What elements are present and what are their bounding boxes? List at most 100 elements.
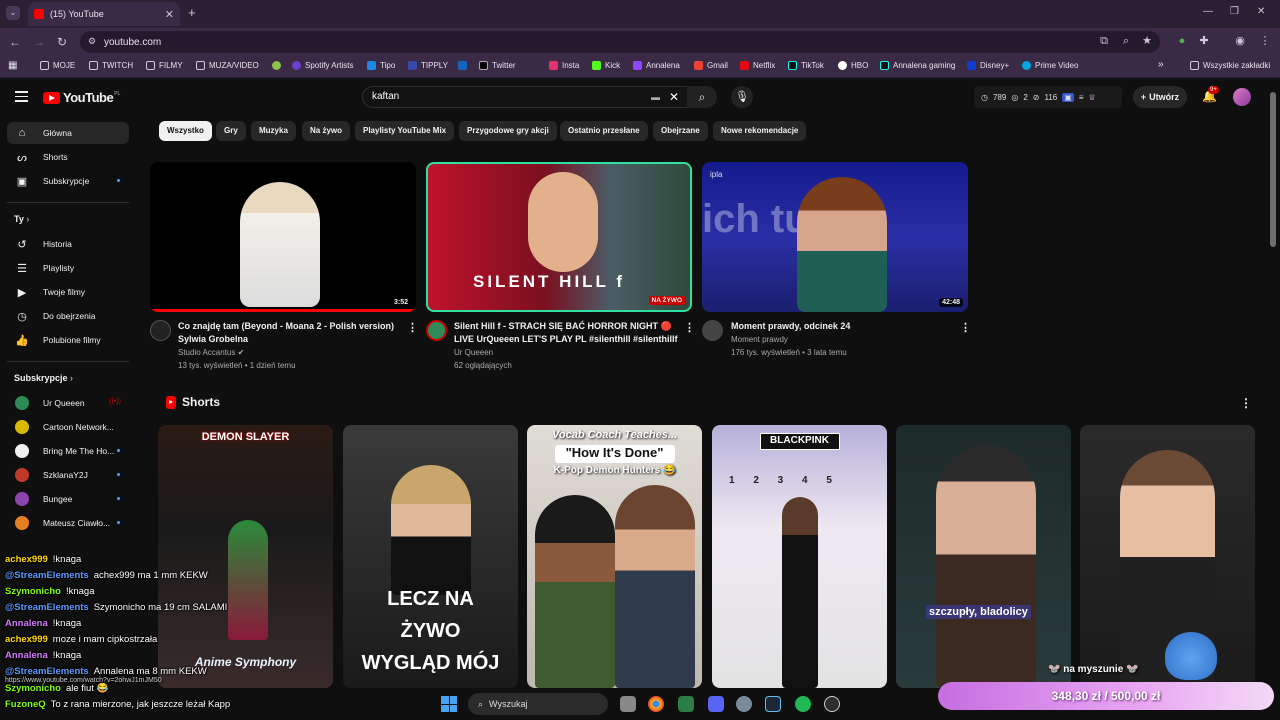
close-tab-icon[interactable]: ✕ (165, 8, 174, 21)
sidebar-sub-ur-queeen[interactable]: Ur Queeen ((•)) (7, 392, 129, 414)
video-thumbnail[interactable]: ipla ich tu 42:48 (702, 162, 968, 312)
new-tab-button[interactable]: + (188, 5, 196, 20)
xbox-icon[interactable] (678, 696, 694, 712)
subscriptions-section-header[interactable]: Subskrypcje › (14, 373, 73, 383)
video-channel[interactable]: Moment prawdy (731, 333, 788, 346)
tab-list-dropdown[interactable]: ⌄ (6, 6, 20, 20)
channel-avatar[interactable] (426, 320, 447, 341)
sidebar-sub-mateusz[interactable]: Mateusz Ciawło... (7, 512, 129, 534)
clear-search-icon[interactable]: ✕ (669, 87, 679, 107)
chip-recently-uploaded[interactable]: Ostatnio przesłane (560, 121, 648, 141)
bookmark-blue[interactable] (458, 61, 471, 70)
bookmark-folder-filmy[interactable]: FILMY (146, 61, 183, 70)
shorts-more-icon[interactable]: ⋮ (1240, 396, 1252, 410)
chip-action-adventure[interactable]: Przygodowe gry akcji (459, 121, 557, 141)
video-title[interactable]: Moment prawdy, odcinek 24 (731, 320, 956, 333)
bookmark-annalena-gaming[interactable]: Annalena gaming (880, 61, 955, 70)
chrome-icon[interactable] (648, 696, 664, 712)
video-more-icon[interactable]: ⋮ (407, 321, 418, 334)
browser-tab-youtube[interactable]: (15) YouTube ✕ (28, 2, 180, 26)
search-icon[interactable]: ⌕ (687, 86, 717, 108)
chip-games[interactable]: Gry (216, 121, 246, 141)
sidebar-sub-bungee[interactable]: Bungee (7, 488, 129, 510)
bookmark-disney[interactable]: Disney+ (967, 61, 1009, 70)
avatar[interactable] (1233, 88, 1251, 106)
chip-music[interactable]: Muzyka (251, 121, 296, 141)
taskbar-search-input[interactable]: ⌕ Wyszukaj (468, 693, 608, 715)
chip-all[interactable]: Wszystko (159, 121, 212, 141)
back-icon[interactable]: ← (9, 35, 21, 49)
chip-new-recommendations[interactable]: Nowe rekomendacje (713, 121, 807, 141)
bookmark-folder-twitch[interactable]: TWITCH (89, 61, 133, 70)
close-window-icon[interactable]: ✕ (1257, 6, 1265, 17)
sidebar-sub-szklanay2j[interactable]: SzklanaY2J (7, 464, 129, 486)
windows-start-icon[interactable] (441, 696, 457, 712)
bookmark-prime-video[interactable]: Prime Video (1022, 61, 1078, 70)
menu-kebab-icon[interactable]: ⋮ (1259, 35, 1271, 47)
site-info-icon[interactable]: ⚙ (88, 36, 96, 47)
task-view-icon[interactable] (620, 696, 636, 712)
sidebar-sub-cartoon-network[interactable]: Cartoon Network... (7, 416, 129, 438)
apps-grid-icon[interactable]: ▦ (8, 60, 17, 71)
profile-icon[interactable]: ◉ (1234, 35, 1246, 47)
sidebar-sub-bmth[interactable]: Bring Me The Ho... (7, 440, 129, 462)
forward-icon[interactable]: → (33, 35, 45, 49)
sidebar-item-home[interactable]: ⌂ Główna (7, 122, 129, 144)
video-title[interactable]: Silent Hill f - STRACH SIĘ BAĆ HORROR NI… (454, 320, 679, 346)
minimize-icon[interactable]: — (1203, 6, 1213, 17)
bookmark-green[interactable] (272, 61, 285, 70)
bookmark-tiktok[interactable]: TikTok (788, 61, 824, 70)
bookmark-hbo[interactable]: HBO (838, 61, 868, 70)
bookmark-folder-moje[interactable]: MOJE (40, 61, 75, 70)
discord-icon[interactable] (708, 696, 724, 712)
chip-watched[interactable]: Obejrzane (653, 121, 708, 141)
short-thumbnail[interactable]: LECZ NA ŻYWO WYGLĄD MÓJ (343, 425, 518, 688)
sidebar-item-subscriptions[interactable]: ▣ Subskrypcje (7, 170, 129, 192)
bookmark-twitter[interactable]: Twitter (479, 61, 516, 70)
you-section-header[interactable]: Ty › (14, 214, 29, 224)
microphone-icon[interactable]: 🎙 (731, 86, 753, 108)
video-channel[interactable]: Ur Queeen (454, 346, 493, 359)
bookmark-gmail[interactable]: Gmail (694, 61, 728, 70)
bookmark-star-icon[interactable]: ★ (1141, 35, 1153, 47)
bookmark-insta[interactable]: Insta (549, 61, 579, 70)
bookmarks-overflow-icon[interactable]: » (1158, 59, 1164, 70)
list-icon[interactable]: ≡ (1079, 93, 1084, 102)
sidebar-item-history[interactable]: ↺ Historia (7, 233, 129, 255)
video-channel[interactable]: Studio Accantus ✔ (178, 346, 244, 359)
video-more-icon[interactable]: ⋮ (684, 321, 695, 334)
short-thumbnail[interactable]: Vocab Coach Teaches... "How It's Done" K… (527, 425, 702, 688)
reload-icon[interactable]: ↻ (57, 35, 67, 49)
bookmark-netflix[interactable]: Netflix (740, 61, 775, 70)
bookmark-folder-muza[interactable]: MUZA/VIDEO (196, 61, 259, 70)
keyboard-icon[interactable]: ▬ (651, 87, 660, 107)
menu-hamburger-icon[interactable] (15, 91, 28, 105)
sidebar-item-playlists[interactable]: ☰ Playlisty (7, 257, 129, 279)
channel-avatar[interactable] (702, 320, 723, 341)
search-input[interactable]: kaftan ▬ ✕ (362, 86, 688, 108)
maximize-icon[interactable]: ❐ (1230, 6, 1239, 17)
trophy-icon[interactable]: ♕ (1088, 93, 1095, 102)
bookmark-kick[interactable]: Kick (592, 61, 620, 70)
steam-icon[interactable] (765, 696, 781, 712)
extension-icon[interactable]: ● (1176, 35, 1188, 47)
zoom-icon[interactable]: ⌕ (1120, 35, 1132, 47)
sidebar-item-liked[interactable]: 👍 Polubione filmy (7, 329, 129, 351)
channel-avatar[interactable] (150, 320, 171, 341)
page-scrollbar[interactable] (1270, 92, 1276, 247)
video-thumbnail[interactable]: 3:52 (150, 162, 416, 312)
bookmark-spotify-artists[interactable]: Spotify Artists (292, 61, 353, 70)
sidebar-item-shorts[interactable]: ᔕ Shorts (7, 146, 129, 168)
bookmark-tipo[interactable]: Tipo (367, 61, 395, 70)
bookmark-tipply[interactable]: TIPPLY (408, 61, 448, 70)
video-more-icon[interactable]: ⋮ (960, 321, 971, 334)
youtube-logo[interactable]: YouTube PL (43, 90, 120, 105)
address-bar[interactable]: ⚙ youtube.com (80, 31, 1160, 53)
bookmark-annalena[interactable]: Annalena (633, 61, 680, 70)
sidebar-item-your-videos[interactable]: ▶ Twoje filmy (7, 281, 129, 303)
settings-gear-icon[interactable] (736, 696, 752, 712)
extensions-puzzle-icon[interactable]: ✚ (1198, 35, 1210, 47)
install-app-icon[interactable]: ⧉ (1098, 35, 1110, 47)
chip-live[interactable]: Na żywo (302, 121, 351, 141)
short-thumbnail[interactable]: szczupły, bladolicy (896, 425, 1071, 688)
